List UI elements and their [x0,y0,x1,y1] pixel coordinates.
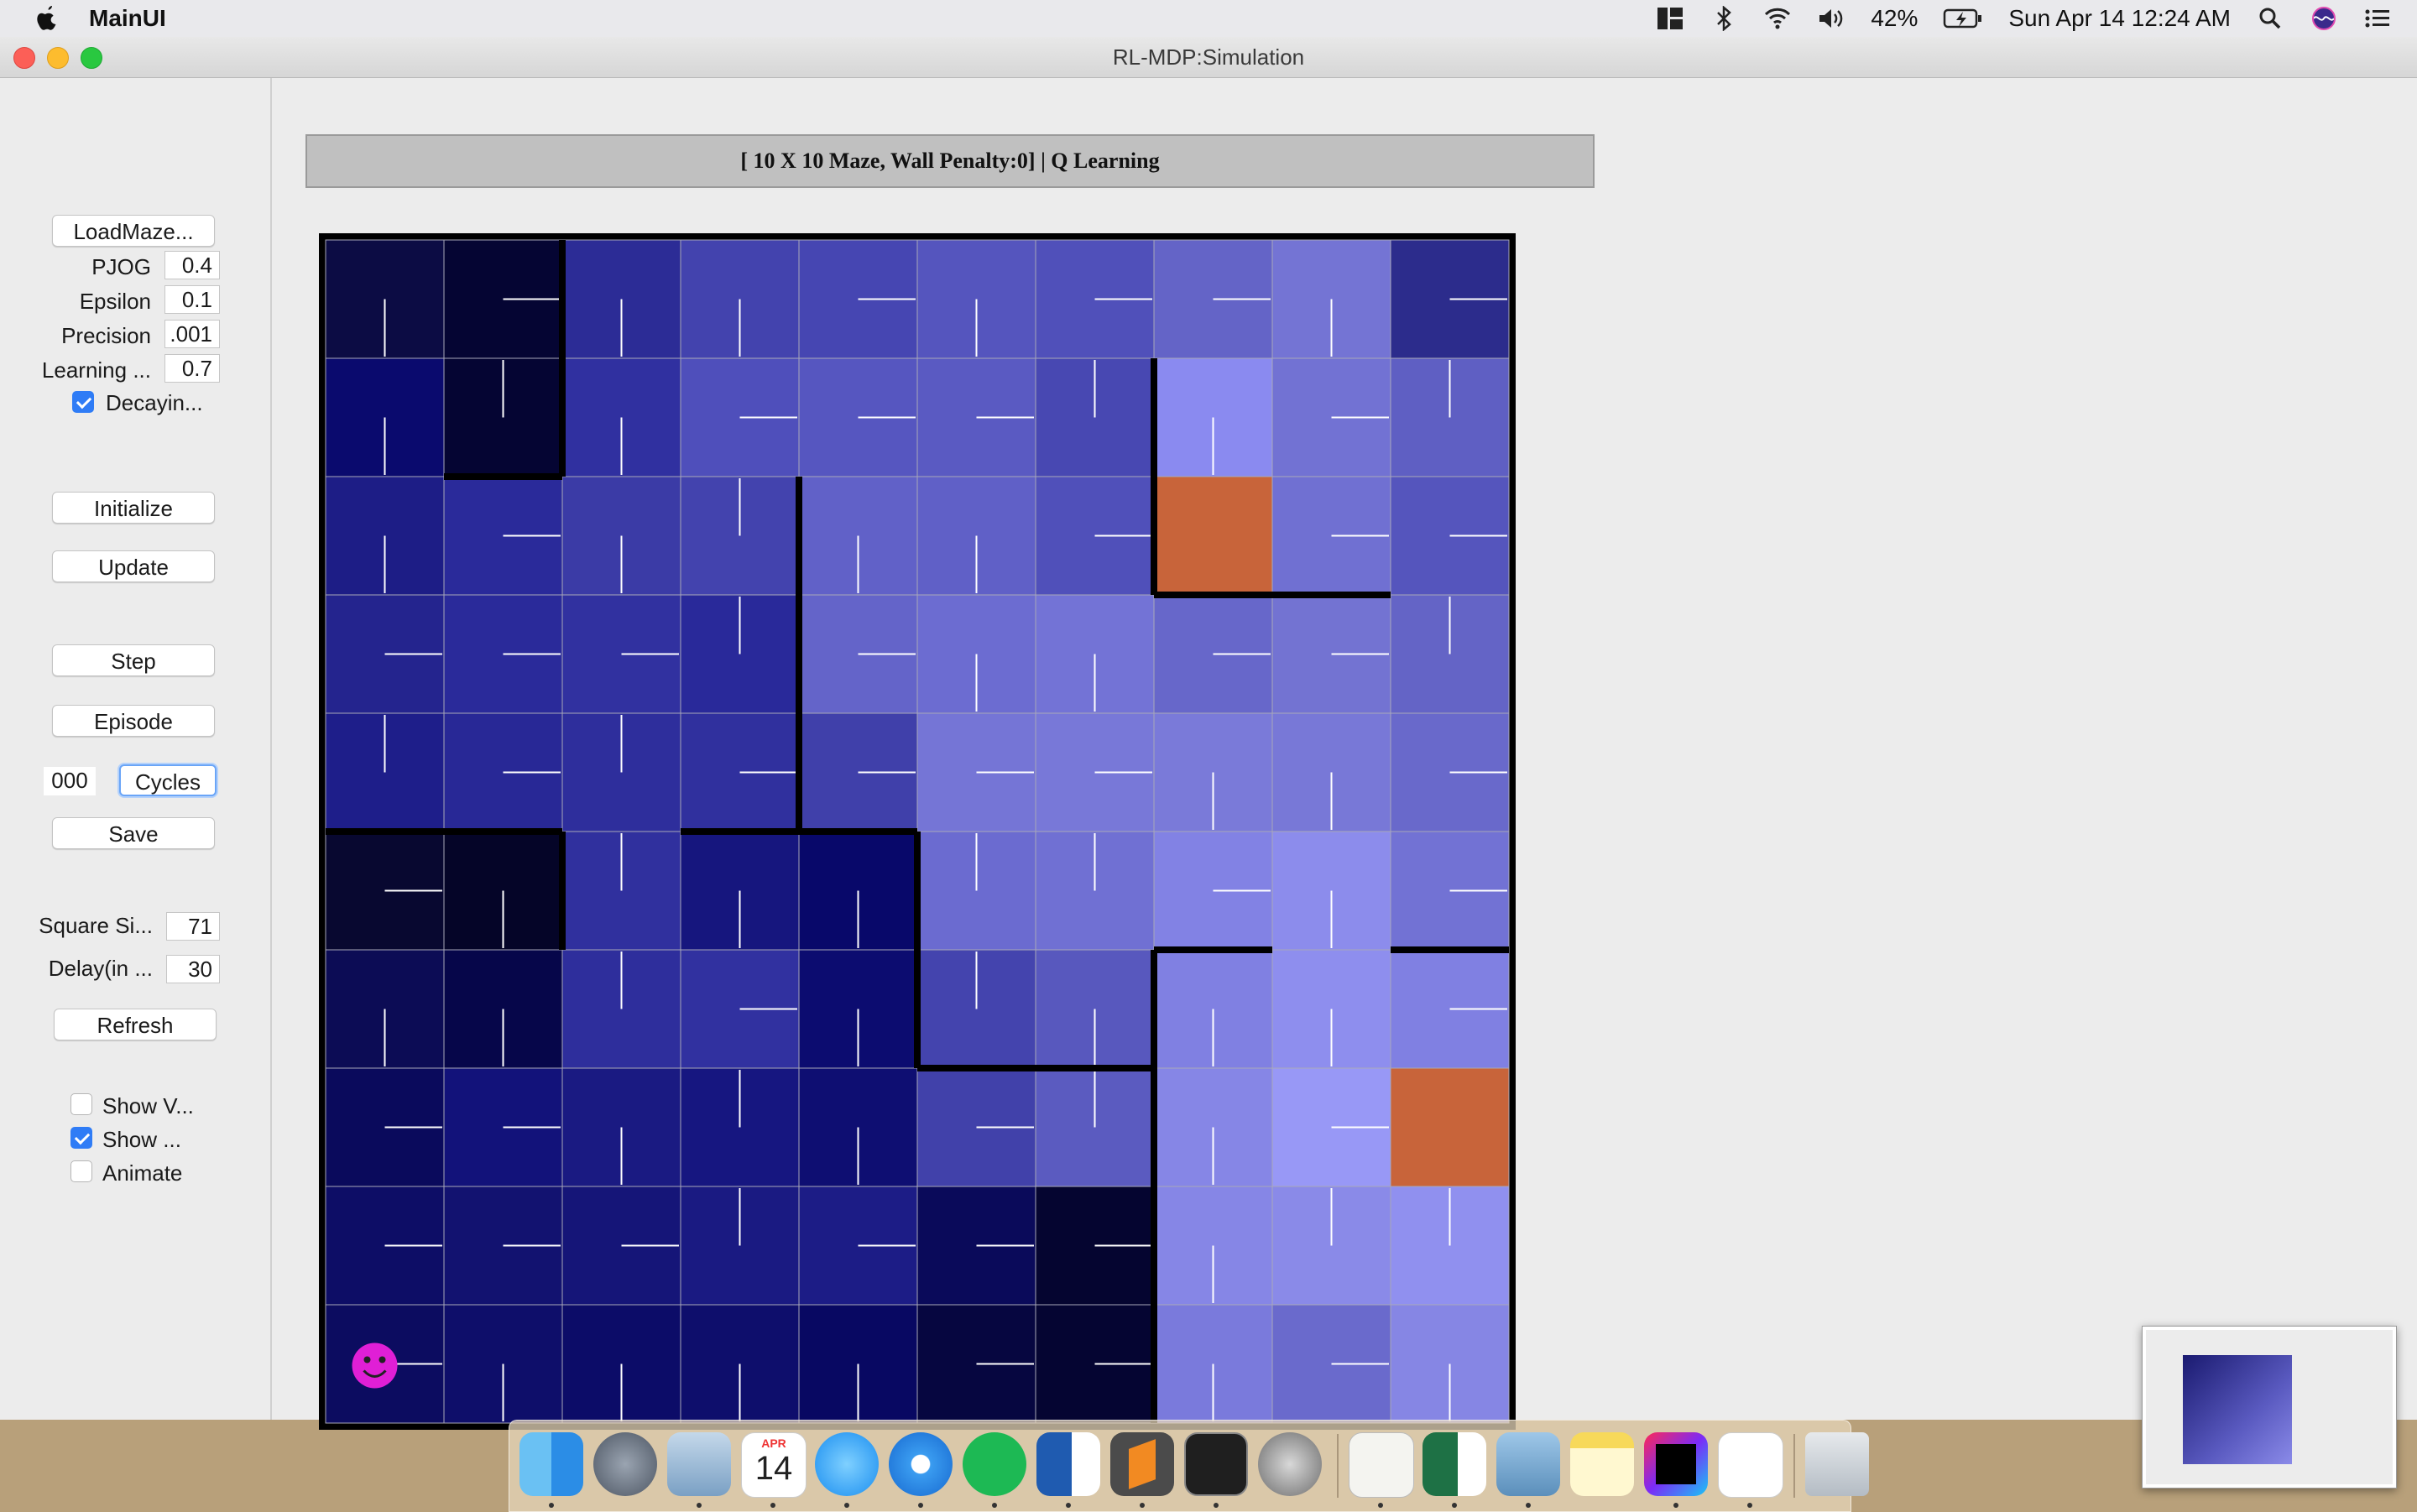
square-size-field[interactable]: 71 [166,912,220,941]
running-indicator [770,1503,775,1508]
intellij-icon[interactable] [1644,1432,1708,1496]
update-button[interactable]: Update [52,550,215,582]
running-indicator [918,1503,923,1508]
bluetooth-icon[interactable] [1710,6,1738,31]
epsilon-field[interactable]: 0.1 [164,285,220,314]
step-button[interactable]: Step [52,644,215,676]
dock-separator [1337,1434,1339,1498]
precision-label: Precision [61,323,151,348]
battery-percent[interactable]: 42% [1871,5,1918,32]
learning-rate-label: Learning ... [41,357,151,383]
eagle-app-icon[interactable] [667,1432,731,1496]
agent-eye [363,1356,371,1363]
thumbnail-maze [2183,1355,2292,1464]
close-window-button[interactable] [13,47,35,69]
agent-smiley-icon [352,1343,398,1389]
show-policy-checkbox[interactable] [70,1127,92,1149]
java-icon[interactable] [1718,1432,1783,1498]
launchpad-icon[interactable] [593,1432,657,1496]
layout-icon[interactable] [1656,6,1684,31]
siri-icon[interactable] [2310,6,2338,31]
delay-field[interactable]: 30 [166,955,220,983]
sublime-icon[interactable] [1110,1432,1174,1496]
running-indicator [697,1503,702,1508]
calendar-icon[interactable]: APR 14 [741,1432,807,1498]
app-name[interactable]: MainUI [89,5,166,32]
calendar-day: 14 [754,1450,793,1487]
terminal-icon[interactable] [1184,1432,1248,1496]
wifi-icon[interactable] [1763,6,1792,31]
running-indicator [1673,1503,1678,1508]
excel-icon[interactable] [1423,1432,1486,1496]
dock: APR 14 [509,1420,1869,1512]
spotify-icon[interactable] [963,1432,1026,1496]
running-indicator [1140,1503,1145,1508]
running-indicator [844,1503,849,1508]
running-indicator [1066,1503,1071,1508]
safari-icon[interactable] [889,1432,953,1496]
preview-icon[interactable] [1496,1432,1560,1496]
title-bar[interactable]: RL-MDP:Simulation [0,37,2417,78]
trash-icon[interactable] [1805,1432,1869,1496]
decaying-label: Decayin... [106,390,203,415]
cycles-button[interactable]: Cycles [119,764,217,796]
notification-list-icon[interactable] [2363,6,2392,31]
app-window: RL-MDP:Simulation LoadMaze... PJOG 0.4 E… [0,37,2417,1430]
epsilon-label: Epsilon [79,289,151,314]
control-panel: LoadMaze... PJOG 0.4 Epsilon 0.1 Precisi… [0,78,272,1420]
decaying-checkbox[interactable] [72,391,94,413]
show-policy-label: Show ... [102,1127,181,1152]
delay-label: Delay(in ... [48,956,153,981]
show-values-checkbox[interactable] [70,1093,92,1115]
notes-paper-icon[interactable] [1349,1432,1414,1498]
finder-icon[interactable] [519,1432,583,1496]
animate-label: Animate [102,1160,183,1186]
window-title: RL-MDP:Simulation [1112,44,1305,70]
thumbnail-preview [2146,1330,2393,1484]
refresh-button[interactable]: Refresh [54,1009,217,1040]
dock-separator [1793,1434,1795,1498]
apple-icon[interactable] [34,4,60,33]
maze-canvas[interactable] [319,233,1516,1430]
goal-cell[interactable] [1153,476,1273,596]
goal-cell[interactable] [1390,1067,1510,1187]
clock[interactable]: Sun Apr 14 12:24 AM [2008,5,2231,32]
zoom-window-button[interactable] [81,47,102,69]
word-icon[interactable] [1036,1432,1100,1496]
calendar-month: APR [761,1436,786,1450]
search-icon[interactable] [2256,6,2284,31]
menu-extras: 42% Sun Apr 14 12:24 AM [1656,0,2392,37]
running-indicator [549,1503,554,1508]
running-indicator [1378,1503,1383,1508]
precision-field[interactable]: .001 [164,320,220,348]
simulation-area: [ 10 X 10 Maze, Wall Penalty:0] | Q Lear… [272,78,2417,1430]
system-preferences-icon[interactable] [1258,1432,1322,1496]
animate-checkbox[interactable] [70,1160,92,1182]
initialize-button[interactable]: Initialize [52,492,215,524]
save-button[interactable]: Save [52,817,215,849]
episode-button[interactable]: Episode [52,705,215,737]
maze-header: [ 10 X 10 Maze, Wall Penalty:0] | Q Lear… [305,134,1595,188]
load-maze-button[interactable]: LoadMaze... [52,215,215,247]
pjog-field[interactable]: 0.4 [164,251,220,279]
show-values-label: Show V... [102,1093,194,1118]
messages-icon[interactable] [815,1432,879,1496]
notes-icon[interactable] [1570,1432,1634,1496]
running-indicator [1452,1503,1457,1508]
running-indicator [1747,1503,1752,1508]
running-indicator [1214,1503,1219,1508]
agent-eye [378,1356,386,1363]
running-indicator [992,1503,997,1508]
pjog-label: PJOG [91,254,151,279]
minimize-window-button[interactable] [47,47,69,69]
learning-rate-field[interactable]: 0.7 [164,354,220,383]
cycles-count-field[interactable]: 000 [44,767,96,795]
menu-bar: MainUI 42% Sun Apr 14 12:24 AM [0,0,2417,38]
maze-grid[interactable] [319,233,1516,1430]
battery-icon[interactable] [1943,6,1983,31]
square-size-label: Square Si... [39,913,153,938]
running-indicator [1526,1503,1531,1508]
volume-icon[interactable] [1817,6,1845,31]
screenshot-thumbnail[interactable] [2142,1326,2397,1489]
